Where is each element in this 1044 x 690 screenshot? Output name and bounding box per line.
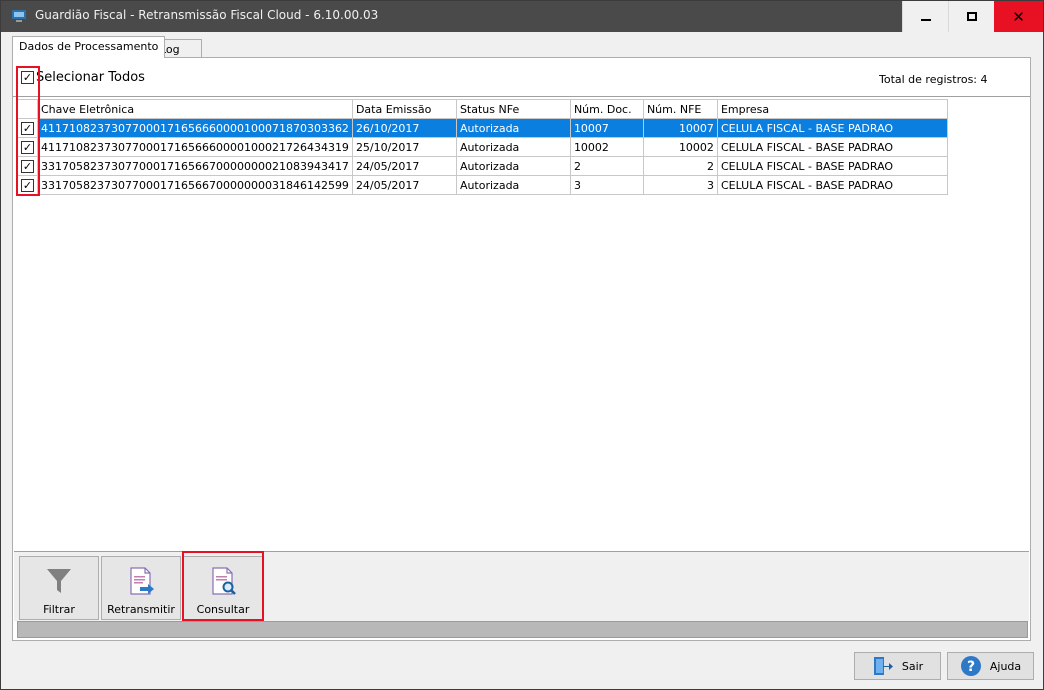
document-magnifier-icon (212, 567, 236, 595)
check-icon: ✓ (21, 140, 34, 154)
svg-text:?: ? (967, 659, 975, 675)
check-icon: ✓ (21, 121, 34, 135)
close-button[interactable]: ✕ (994, 1, 1043, 32)
cell-empresa: CELULA FISCAL - BASE PADRAO (716, 137, 948, 157)
records-grid-area: Chave Eletrônica Data Emissão Status NFe… (13, 96, 1030, 551)
consultar-label: Consultar (196, 603, 250, 616)
cell-nfe: 3 (642, 175, 718, 195)
cell-chave: 3317058237307700017165667000000003184614… (37, 175, 353, 195)
close-icon: ✕ (1012, 7, 1025, 26)
cell-data: 24/05/2017 (351, 156, 457, 176)
table-row[interactable]: ✓ 41171082373077000171656660000100021726… (17, 137, 948, 157)
sair-button[interactable]: Sair (854, 652, 941, 680)
window-title: Guardião Fiscal - Retransmissão Fiscal C… (35, 8, 379, 22)
column-header-nfe[interactable]: Núm. NFE (642, 99, 718, 119)
cell-empresa: CELULA FISCAL - BASE PADRAO (716, 118, 948, 138)
cell-status: Autorizada (455, 137, 571, 157)
cell-doc: 10002 (569, 137, 644, 157)
cell-status: Autorizada (455, 118, 571, 138)
ajuda-label: Ajuda (989, 659, 1022, 673)
main-window: Guardião Fiscal - Retransmissão Fiscal C… (0, 0, 1044, 690)
cell-nfe: 10007 (642, 118, 718, 138)
column-header-data[interactable]: Data Emissão (351, 99, 457, 119)
cell-chave: 3317058237307700017165667000000002108394… (37, 156, 353, 176)
cell-status: Autorizada (455, 156, 571, 176)
select-all-checkbox[interactable]: ✓ Selecionar Todos (21, 70, 145, 85)
action-toolbar: Filtrar Retransmitir Consultar (14, 551, 1029, 621)
minimize-icon (920, 18, 931, 21)
table-row[interactable]: ✓ 33170582373077000171656670000000031846… (17, 175, 948, 195)
sair-label: Sair (901, 659, 924, 673)
table-row[interactable]: ✓ 33170582373077000171656670000000021083… (17, 156, 948, 176)
cell-nfe: 10002 (642, 137, 718, 157)
funnel-icon (47, 569, 71, 593)
column-header-chave[interactable]: Chave Eletrônica (37, 99, 353, 119)
cell-nfe: 2 (642, 156, 718, 176)
grid-header-row: Chave Eletrônica Data Emissão Status NFe… (17, 99, 948, 119)
filtrar-button[interactable]: Filtrar (19, 556, 99, 620)
ajuda-button[interactable]: ? Ajuda (947, 652, 1034, 680)
app-icon (12, 10, 26, 22)
total-records: Total de registros: 4 (879, 73, 988, 86)
retransmitir-label: Retransmitir (107, 603, 175, 616)
check-icon: ✓ (21, 159, 34, 173)
cell-empresa: CELULA FISCAL - BASE PADRAO (716, 175, 948, 195)
title-bar[interactable]: Guardião Fiscal - Retransmissão Fiscal C… (1, 1, 1043, 32)
consultar-button[interactable]: Consultar (183, 556, 263, 620)
cell-data: 24/05/2017 (351, 175, 457, 195)
filtrar-label: Filtrar (43, 603, 75, 616)
row-checkbox[interactable]: ✓ (17, 137, 38, 157)
cell-chave: 4117108237307700017165666000010002172643… (37, 137, 353, 157)
status-bar (17, 621, 1028, 638)
question-icon: ? (960, 656, 981, 676)
cell-doc: 2 (569, 156, 644, 176)
cell-doc: 3 (569, 175, 644, 195)
column-header-status[interactable]: Status NFe (455, 99, 571, 119)
maximize-icon (966, 12, 977, 21)
minimize-button[interactable] (902, 1, 948, 32)
retransmitir-button[interactable]: Retransmitir (101, 556, 181, 620)
tab-panel: ✓ Selecionar Todos Total de registros: 4… (12, 57, 1031, 641)
column-header-doc[interactable]: Núm. Doc. (569, 99, 644, 119)
select-all-label: Selecionar Todos (36, 70, 145, 85)
tab-dados-de-processamento[interactable]: Dados de Processamento (12, 36, 166, 58)
door-exit-icon (873, 657, 893, 675)
header-check-column (17, 99, 38, 119)
cell-chave: 4117108237307700017165666000010007187030… (37, 118, 353, 138)
column-header-empresa[interactable]: Empresa (716, 99, 948, 119)
table-row[interactable]: ✓ 41171082373077000171656660000100071870… (17, 118, 948, 138)
cell-status: Autorizada (455, 175, 571, 195)
maximize-button[interactable] (948, 1, 994, 32)
row-checkbox[interactable]: ✓ (17, 156, 38, 176)
document-arrow-icon (130, 567, 154, 595)
cell-data: 26/10/2017 (351, 118, 457, 138)
row-checkbox[interactable]: ✓ (17, 118, 38, 138)
cell-data: 25/10/2017 (351, 137, 457, 157)
check-icon: ✓ (21, 71, 34, 84)
cell-empresa: CELULA FISCAL - BASE PADRAO (716, 156, 948, 176)
records-grid: Chave Eletrônica Data Emissão Status NFe… (17, 99, 948, 195)
check-icon: ✓ (21, 178, 34, 192)
cell-doc: 10007 (569, 118, 644, 138)
row-checkbox[interactable]: ✓ (17, 175, 38, 195)
